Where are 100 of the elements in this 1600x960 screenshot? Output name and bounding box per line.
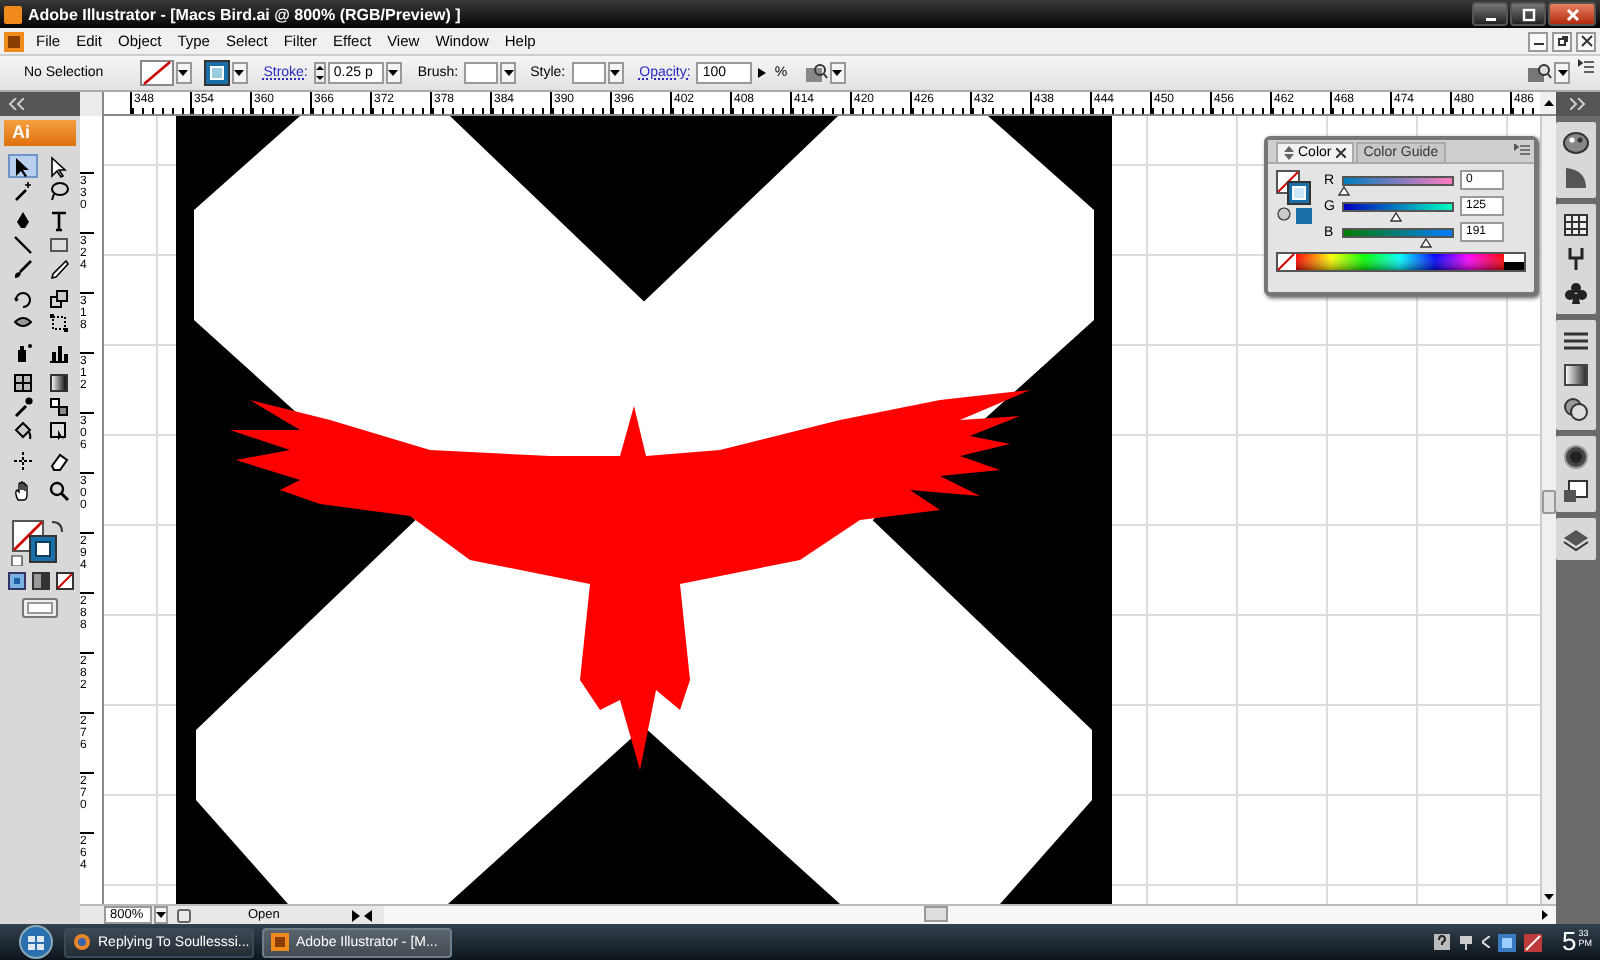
appearance-circle-icon[interactable] [1562,444,1590,470]
style-frame-icon[interactable] [1562,478,1590,504]
back-arrow-icon[interactable] [364,909,372,921]
document-close-button[interactable] [1576,31,1596,51]
document-minimize-button[interactable] [1528,31,1548,51]
maximize-button[interactable] [1510,2,1546,26]
lasso-icon [47,179,69,201]
pen-icon [11,209,33,231]
app-icon [270,932,290,952]
dropdown-button[interactable] [154,906,168,924]
dropdown-button[interactable] [1554,62,1570,84]
rectangle-icon [47,233,69,255]
club-symbol-icon[interactable] [1562,280,1590,306]
direct-selection-arrow-icon [47,155,69,177]
panel-menu-icon[interactable] [1514,144,1530,156]
chevron-icon[interactable] [1482,936,1491,948]
dropdown-button[interactable] [500,62,517,84]
dropdown-button[interactable] [829,62,846,84]
free-transform-icon [47,311,69,333]
fill-stroke-icon[interactable] [1276,170,1316,226]
color-spectrum-bar[interactable] [1276,252,1526,272]
tray-app-icon[interactable] [1524,933,1543,951]
caret-icon [178,70,189,76]
document-restore-button[interactable] [1552,31,1572,51]
overlapping-circles-icon[interactable] [1562,396,1590,422]
rotate-icon [11,287,33,309]
scroll-down-icon[interactable] [1544,894,1554,900]
status-icon[interactable] [176,907,192,923]
swatches-grid-icon[interactable] [1562,212,1590,238]
graphic-style-icon[interactable] [1526,62,1552,84]
help-icon[interactable] [1434,934,1451,950]
color-mode-icon[interactable] [7,572,25,590]
caret-icon [832,70,843,76]
panel-menu-icon[interactable] [1578,58,1594,74]
selection-square-icon [47,419,69,441]
type-icon [47,209,69,231]
eraser-icon [47,449,69,471]
clock-hour: 5 [1562,928,1577,956]
caret-icon [1557,70,1567,76]
caret-icon [610,70,621,76]
minimize-button[interactable] [1472,2,1508,26]
graphic-style-icon[interactable] [803,62,828,84]
caret-icon [388,70,399,76]
scroll-up-icon[interactable] [1543,100,1553,106]
gradient-square-icon[interactable] [1562,362,1590,388]
paint-bucket-icon [11,419,33,441]
restore-icon [1555,34,1569,48]
mesh-icon [11,371,33,393]
line-segment-icon [11,233,33,255]
brush-field[interactable] [464,62,499,84]
slice-icon [11,449,33,471]
style-field[interactable] [571,62,606,84]
expand-arrows-icon[interactable] [1284,146,1294,160]
zoom-icon [47,479,69,501]
dropdown-button[interactable] [175,62,192,84]
stroke-lines-icon[interactable] [1562,328,1590,354]
scroll-right-icon[interactable] [1542,910,1548,920]
scrollbar-thumb[interactable] [924,906,948,922]
dropdown-button[interactable] [231,62,248,84]
warp-icon [11,311,33,333]
collapse-icon[interactable] [8,98,24,110]
browser-icon [72,932,92,952]
slider-thumb[interactable] [1338,185,1350,195]
tray-app-icon[interactable] [1498,933,1517,951]
play-arrow-icon[interactable] [352,909,360,921]
close-icon [1579,34,1593,48]
ruler-corner[interactable] [80,92,104,116]
collapse-icon[interactable] [1570,98,1586,110]
selection-arrow-icon [11,155,33,177]
magic-wand-icon [11,179,33,201]
spinner-icon[interactable] [313,62,326,84]
tool-button[interactable] [7,154,37,178]
gradient-ramp-icon[interactable] [1562,164,1590,190]
start-orb-icon[interactable] [16,924,56,960]
scrollbar-thumb[interactable] [1542,490,1556,514]
close-button[interactable] [1548,2,1596,26]
close-icon[interactable] [1335,148,1346,158]
dropdown-button[interactable] [385,62,402,84]
gradient-icon [47,371,69,393]
close-icon [1565,7,1579,21]
caret-icon [503,70,514,76]
right-arrow-icon[interactable] [754,62,771,84]
hand-icon [11,479,33,501]
caret-icon [156,912,166,918]
palette-icon[interactable] [1562,130,1590,156]
none-mode-icon[interactable] [55,572,73,590]
dropdown-button[interactable] [607,62,624,84]
fill-swatch-icon[interactable] [139,60,174,86]
window-title: Adobe Illustrator - [Macs Bird.ai @ 800% (RGB/Preview) ] [28,5,461,23]
paintbrush-icon [11,257,33,279]
gradient-mode-icon[interactable] [31,572,49,590]
screen-mode-icon[interactable] [22,598,58,618]
eyedropper-icon [11,395,33,417]
scale-icon [47,287,69,309]
stroke-swatch-icon[interactable] [203,60,230,86]
maximize-icon [1521,7,1535,21]
pencil-icon [47,257,69,279]
toolbox-logo: Ai [4,120,76,146]
blend-icon [47,395,69,417]
layers-icon[interactable] [1562,526,1590,552]
